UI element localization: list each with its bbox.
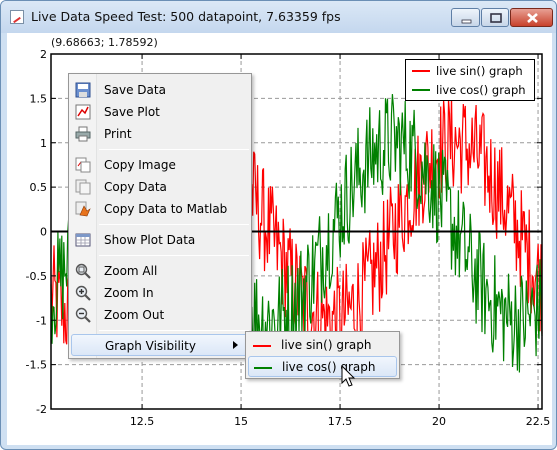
x-tick-label: 12.5 xyxy=(130,415,155,428)
menu-item-label: Graph Visibility xyxy=(105,339,196,353)
menu-item-label: Print xyxy=(104,127,132,141)
graph-swatch xyxy=(254,367,272,369)
menu-item-label: Zoom In xyxy=(104,286,154,300)
legend-swatch xyxy=(412,89,430,91)
menu-item-zoom-in[interactable]: Zoom In xyxy=(71,282,249,304)
menu-item-label: Zoom All xyxy=(104,264,158,278)
legend: live sin() graph live cos() graph xyxy=(405,59,535,101)
graph-swatch xyxy=(253,345,271,347)
legend-label: live cos() graph xyxy=(436,83,526,97)
menu-item-label: Copy Data xyxy=(104,180,167,194)
menu-item-zoom-all[interactable]: Zoom All xyxy=(71,260,249,282)
context-menu: Save Data Save Plot Print Copy Image Cop… xyxy=(68,73,252,359)
menu-separator xyxy=(99,330,249,331)
copy-data-icon xyxy=(75,179,91,195)
menu-item-zoom-out[interactable]: Zoom Out xyxy=(71,304,249,326)
menu-item-print[interactable]: Print xyxy=(71,123,249,145)
close-button[interactable] xyxy=(510,8,553,27)
menu-item-label: Copy Image xyxy=(104,158,176,172)
legend-label: live sin() graph xyxy=(436,64,523,78)
title-bar[interactable]: Live Data Speed Test: 500 datapoint, 7.6… xyxy=(1,1,556,33)
y-tick-label: 0 xyxy=(40,226,47,239)
legend-swatch xyxy=(412,70,430,72)
menu-separator xyxy=(99,255,249,256)
zoom-in-icon xyxy=(75,285,91,301)
submenu-item-label: live sin() graph xyxy=(281,338,372,352)
y-tick-label: -2 xyxy=(36,403,47,416)
x-tick-label: 15 xyxy=(234,415,248,428)
menu-item-save-data[interactable]: Save Data xyxy=(71,79,249,101)
app-window: Live Data Speed Test: 500 datapoint, 7.6… xyxy=(0,0,557,450)
table-icon xyxy=(75,233,91,247)
zoom-out-icon xyxy=(75,307,91,323)
graph-visibility-submenu: live sin() graph live cos() graph xyxy=(245,331,400,379)
y-tick-label: 2 xyxy=(40,48,47,61)
print-icon xyxy=(75,126,91,142)
x-tick-label: 22.5 xyxy=(526,415,551,428)
maximize-button[interactable] xyxy=(481,8,509,27)
submenu-arrow-icon xyxy=(233,341,238,349)
save-data-icon xyxy=(75,82,91,98)
menu-item-copy-data[interactable]: Copy Data xyxy=(71,176,249,198)
close-icon xyxy=(527,13,538,23)
mouse-cursor-icon xyxy=(341,365,356,387)
copy-image-icon xyxy=(75,157,91,173)
app-icon xyxy=(10,10,24,24)
zoom-all-icon xyxy=(75,263,91,279)
matlab-icon xyxy=(75,201,91,217)
submenu-item-sin[interactable]: live sin() graph xyxy=(248,335,397,356)
legend-item: live sin() graph xyxy=(412,63,523,79)
window-title: Live Data Speed Test: 500 datapoint, 7.6… xyxy=(31,9,341,24)
legend-item: live cos() graph xyxy=(412,82,526,98)
x-tick-label: 20 xyxy=(432,415,446,428)
menu-item-label: Save Data xyxy=(104,83,166,97)
y-tick-label: -1.5 xyxy=(26,359,47,372)
y-tick-label: 0.5 xyxy=(30,181,48,194)
menu-item-copy-image[interactable]: Copy Image xyxy=(71,154,249,176)
y-tick-label: 1.5 xyxy=(30,92,48,105)
menu-item-label: Copy Data to Matlab xyxy=(104,202,228,216)
y-tick-label: 1 xyxy=(40,137,47,150)
menu-item-label: Show Plot Data xyxy=(104,233,196,247)
menu-item-copy-data-matlab[interactable]: Copy Data to Matlab xyxy=(71,198,249,220)
menu-item-save-plot[interactable]: Save Plot xyxy=(71,101,249,123)
menu-separator xyxy=(99,224,249,225)
maximize-icon xyxy=(490,13,502,23)
x-tick-label: 17.5 xyxy=(328,415,353,428)
minimize-button[interactable] xyxy=(451,8,480,27)
y-tick-label: -1 xyxy=(36,314,47,327)
y-tick-label: -0.5 xyxy=(26,270,47,283)
save-plot-icon xyxy=(75,104,91,120)
menu-item-label: Save Plot xyxy=(104,105,160,119)
minimize-icon xyxy=(461,19,472,24)
submenu-item-label: live cos() graph xyxy=(282,360,376,374)
menu-item-label: Zoom Out xyxy=(104,308,165,322)
menu-item-graph-visibility[interactable]: Graph Visibility xyxy=(71,334,249,356)
submenu-item-cos[interactable]: live cos() graph xyxy=(248,356,397,377)
menu-item-show-plot-data[interactable]: Show Plot Data xyxy=(71,229,249,251)
coordinate-readout: (9.68663; 1.78592) xyxy=(51,36,158,49)
menu-separator xyxy=(99,149,249,150)
